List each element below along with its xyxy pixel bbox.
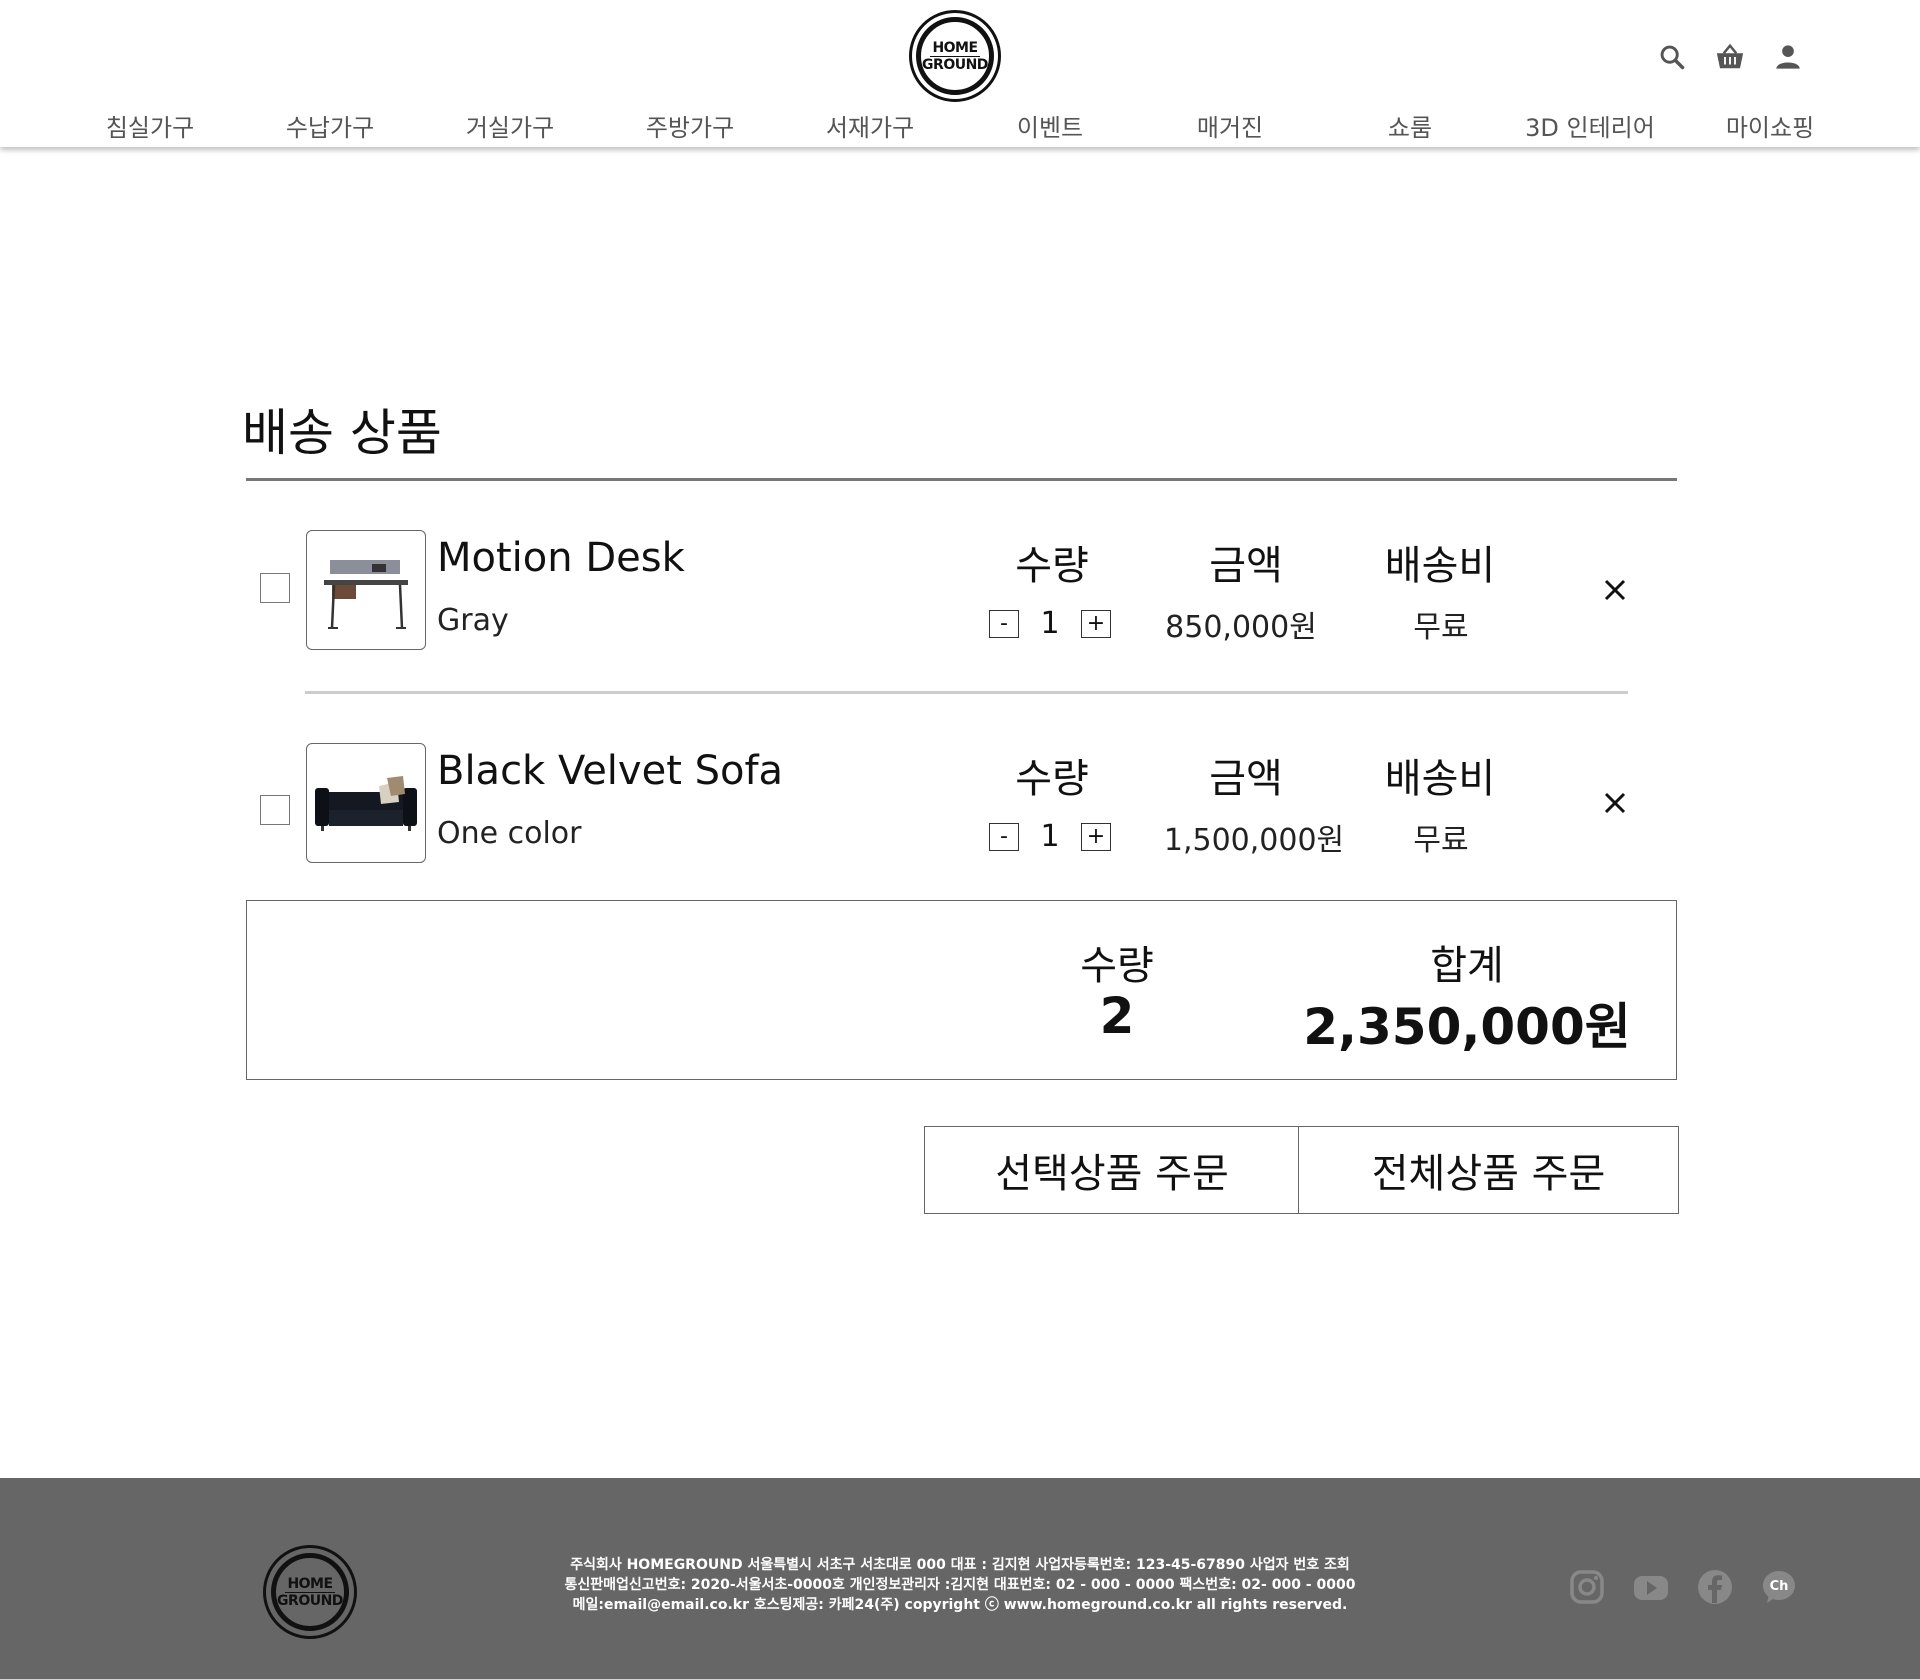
page-title: 배송 상품 <box>242 404 442 462</box>
item-shipping: 무료 <box>1413 823 1469 858</box>
item-checkbox[interactable] <box>260 795 290 825</box>
item-checkbox[interactable] <box>260 573 290 603</box>
nav-item-3d-interior[interactable]: 3D 인테리어 <box>1500 108 1680 143</box>
item-shipping: 무료 <box>1413 610 1469 645</box>
quantity-stepper: - 1 + <box>989 606 1111 641</box>
nav-item-study[interactable]: 서재가구 <box>780 108 960 143</box>
cart-item: Black Velvet Sofa One color 수량 금액 배송비 - … <box>246 728 1677 898</box>
nav-item-event[interactable]: 이벤트 <box>960 108 1140 143</box>
product-option: Gray <box>437 603 509 638</box>
item-price: 1,500,000원 <box>1163 823 1345 858</box>
cart-icon[interactable] <box>1715 42 1745 72</box>
order-all-button[interactable]: 전체상품 주문 <box>1298 1126 1679 1214</box>
header-logo[interactable]: HOME GROUND <box>909 10 1001 102</box>
facebook-icon[interactable] <box>1692 1564 1738 1610</box>
channel-talk-icon[interactable]: Ch <box>1756 1564 1802 1610</box>
logo-text-home: HOME <box>285 1575 335 1593</box>
close-icon[interactable] <box>1597 572 1633 608</box>
youtube-icon[interactable] <box>1628 1564 1674 1610</box>
item-divider <box>305 691 1628 694</box>
order-summary: 수량 2 합계 2,350,000원 <box>246 900 1677 1080</box>
item-price: 850,000원 <box>1165 610 1317 645</box>
order-selected-button[interactable]: 선택상품 주문 <box>924 1126 1300 1214</box>
product-name[interactable]: Motion Desk <box>437 535 685 581</box>
user-icon[interactable] <box>1773 42 1803 72</box>
main-nav: 침실가구 수납가구 거실가구 주방가구 서재가구 이벤트 매거진 쇼룸 3D 인… <box>0 108 1920 144</box>
site-header: HOME GROUND 침실가구 수납가구 거실가구 주방가구 서재가구 이벤트… <box>0 0 1920 147</box>
company-info-line: 통신판매업신고번호: 2020-서울서초-0000호 개인정보관리자 :김지현 … <box>564 1577 1356 1593</box>
product-image-velvet-sofa[interactable] <box>306 743 426 863</box>
summary-qty-label: 수량 <box>1080 943 1154 989</box>
quantity-value: 1 <box>1040 606 1060 641</box>
company-info-line: 메일:email@email.co.kr 호스팅제공: 카페24(주) copy… <box>572 1597 1348 1613</box>
quantity-stepper: - 1 + <box>989 819 1111 854</box>
instagram-icon[interactable] <box>1564 1564 1610 1610</box>
logo-text-ground: GROUND <box>277 1592 343 1609</box>
nav-item-storage[interactable]: 수납가구 <box>240 108 420 143</box>
qty-header: 수량 <box>1015 756 1089 802</box>
social-links: Ch <box>1564 1564 1802 1610</box>
logo-text-home: HOME <box>930 39 980 57</box>
shipping-header: 배송비 <box>1384 756 1496 802</box>
quantity-value: 1 <box>1040 819 1060 854</box>
logo-text-ground: GROUND <box>922 56 988 73</box>
cart-item: Motion Desk Gray 수량 금액 배송비 - 1 + 850,000… <box>246 515 1677 685</box>
price-header: 금액 <box>1209 756 1283 802</box>
summary-total-label: 합계 <box>1430 943 1504 989</box>
product-image-motion-desk[interactable] <box>306 530 426 650</box>
nav-item-living[interactable]: 거실가구 <box>420 108 600 143</box>
nav-item-my-shopping[interactable]: 마이쇼핑 <box>1680 108 1860 143</box>
site-footer: HOME GROUND 주식회사 HOMEGROUND 서울특별시 서초구 서초… <box>0 1478 1920 1679</box>
product-option: One color <box>437 816 582 851</box>
close-icon[interactable] <box>1597 785 1633 821</box>
title-divider <box>246 478 1677 481</box>
company-info-line: 주식회사 HOMEGROUND 서울특별시 서초구 서초대로 000 대표 : … <box>570 1557 1350 1573</box>
nav-item-bedroom[interactable]: 침실가구 <box>60 108 240 143</box>
qty-header: 수량 <box>1015 543 1089 589</box>
channel-talk-label: Ch <box>1770 1579 1789 1594</box>
search-icon[interactable] <box>1657 42 1687 72</box>
shipping-header: 배송비 <box>1384 543 1496 589</box>
nav-item-magazine[interactable]: 매거진 <box>1140 108 1320 143</box>
decrease-button[interactable]: - <box>989 822 1019 851</box>
product-name[interactable]: Black Velvet Sofa <box>437 748 783 794</box>
header-icons <box>1657 42 1803 72</box>
summary-qty-value: 2 <box>1099 987 1135 1045</box>
increase-button[interactable]: + <box>1081 822 1111 851</box>
decrease-button[interactable]: - <box>989 609 1019 638</box>
nav-item-kitchen[interactable]: 주방가구 <box>600 108 780 143</box>
footer-logo[interactable]: HOME GROUND <box>263 1545 357 1639</box>
nav-item-showroom[interactable]: 쇼룸 <box>1320 108 1500 143</box>
company-info: 주식회사 HOMEGROUND 서울특별시 서초구 서초대로 000 대표 : … <box>560 1555 1360 1615</box>
increase-button[interactable]: + <box>1081 609 1111 638</box>
price-header: 금액 <box>1209 543 1283 589</box>
summary-total-value: 2,350,000원 <box>1303 998 1631 1056</box>
